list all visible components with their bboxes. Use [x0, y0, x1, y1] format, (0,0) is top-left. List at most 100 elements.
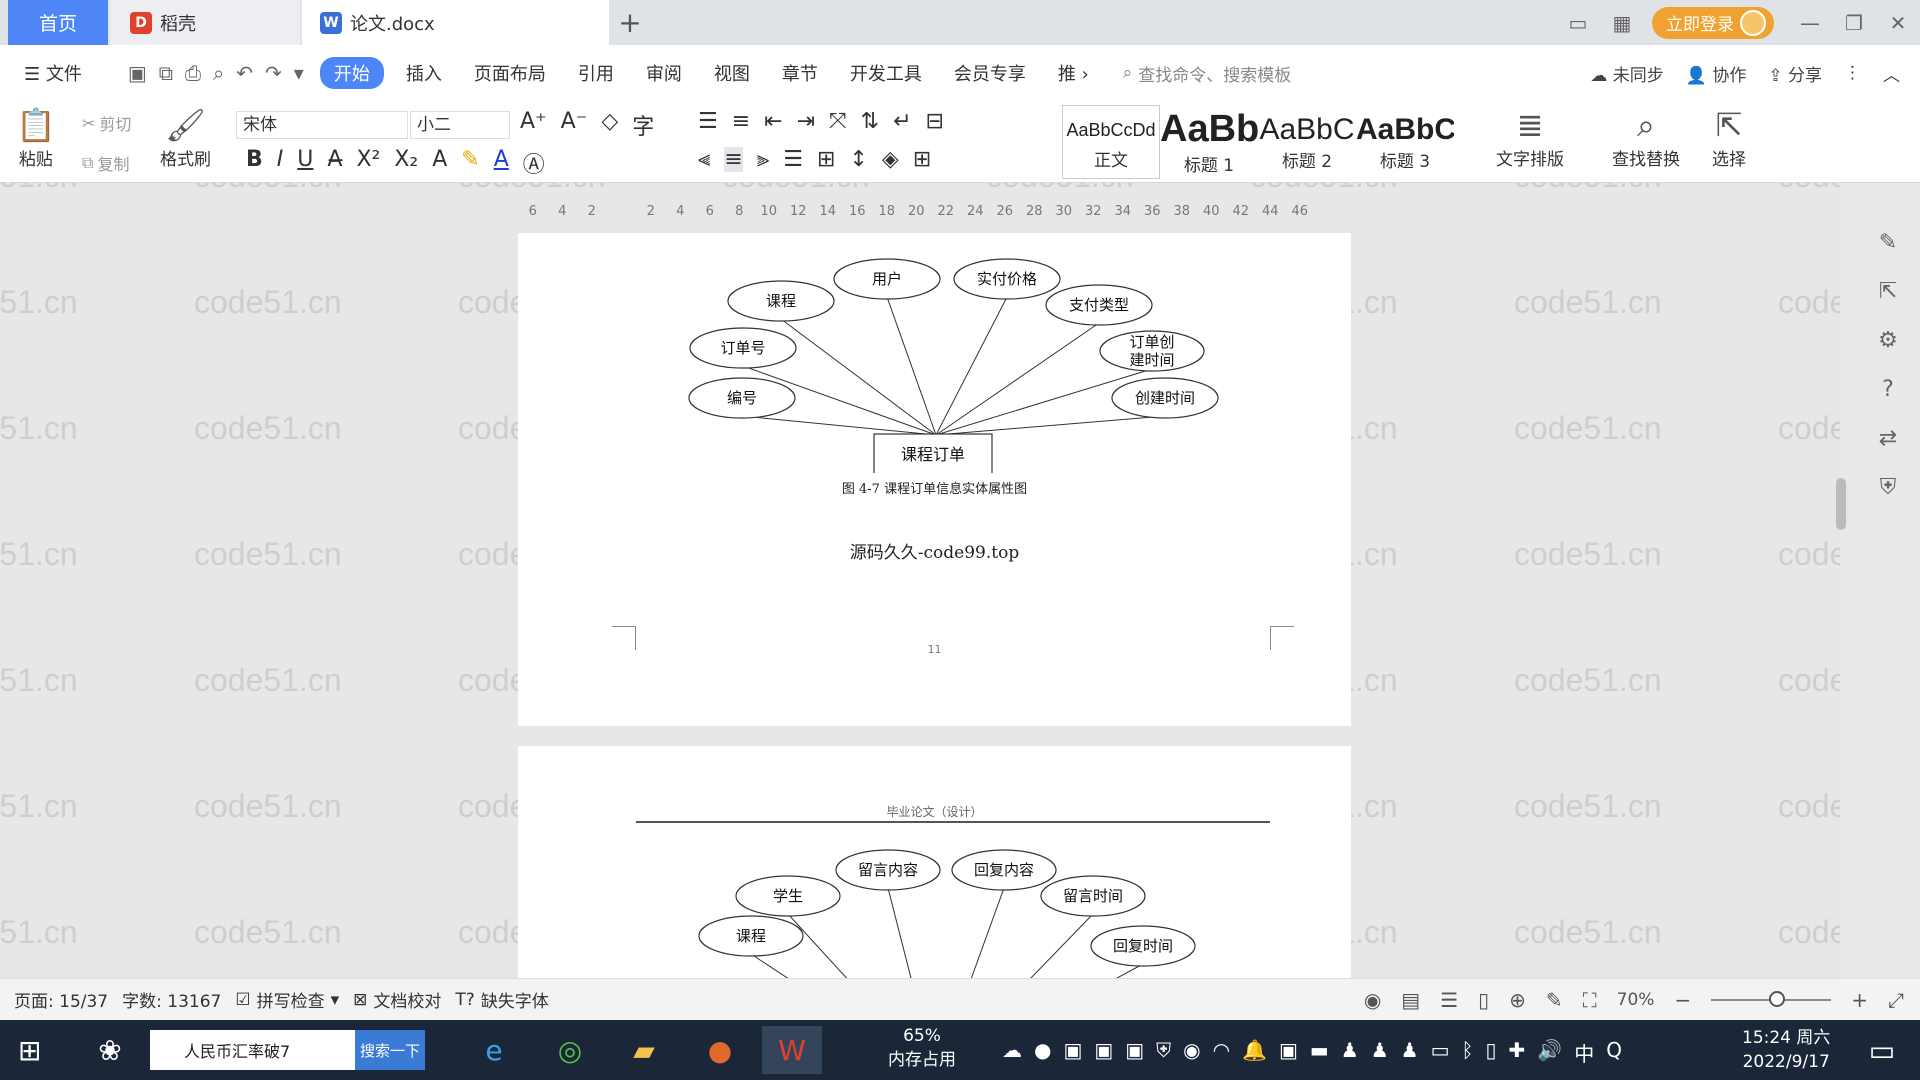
settings-sliders-icon[interactable]: ⚙ [1878, 328, 1898, 353]
tray-icon[interactable]: ● [1034, 1038, 1051, 1067]
app-icon[interactable]: ● [690, 1026, 750, 1074]
shield-icon[interactable]: ⛨ [1156, 1038, 1171, 1067]
format-painter-button[interactable]: 🖌 格式刷 [160, 105, 211, 170]
sync-button[interactable]: ☁ 未同步 [1590, 61, 1663, 86]
undo-icon[interactable]: ↶ [236, 61, 253, 85]
font-family-select[interactable]: 宋体 [236, 111, 408, 139]
app-icon[interactable]: ❀ [80, 1026, 140, 1074]
table-icon[interactable]: ⊟ [926, 109, 944, 134]
tab-references[interactable]: 引用 [562, 60, 630, 86]
eye-icon[interactable]: ◉ [1364, 988, 1381, 1012]
volume-icon[interactable]: 🔊 [1537, 1038, 1562, 1067]
file-explorer-icon[interactable]: ▰ [614, 1026, 674, 1074]
tray-icon[interactable]: ☁ [1002, 1038, 1022, 1067]
tab-review[interactable]: 审阅 [630, 60, 698, 86]
align-left-icon[interactable]: ⫷ [698, 147, 710, 172]
word-count[interactable]: 字数: 13167 [122, 987, 221, 1012]
proofread-button[interactable]: ⊠ 文档校对 [353, 987, 441, 1013]
tab-insert[interactable]: 插入 [390, 60, 458, 86]
copy-button[interactable]: ⧉ 复制 [82, 151, 129, 175]
memory-indicator[interactable]: 65% 内存占用 [888, 1024, 956, 1072]
help-icon[interactable]: ? [1882, 377, 1894, 402]
document-canvas[interactable]: code51.cn code51.cn code51.cn code51.cn code… [0, 183, 1840, 978]
horizontal-ruler[interactable]: 6 4 2 2 4 6 8 10 12 14 16 18 20 22 24 26 28 30 32 34 36 38 40 4… [518, 200, 1358, 222]
tab-more[interactable]: 推 › [1042, 60, 1105, 86]
ie-browser-icon[interactable]: e [464, 1026, 524, 1074]
zoom-out-icon[interactable]: − [1674, 988, 1691, 1012]
layout-icon[interactable]: ▭ [1560, 5, 1596, 41]
customize-icon[interactable]: ▾ [294, 61, 304, 85]
tab-developer[interactable]: 开发工具 [834, 60, 938, 86]
chinese-layout-icon[interactable]: ⤧ [829, 109, 847, 134]
vertical-scrollbar[interactable] [1834, 230, 1848, 960]
tab-section[interactable]: 章节 [766, 60, 834, 86]
tab-document[interactable]: W 论文.docx [302, 0, 609, 45]
apps-grid-icon[interactable]: ▦ [1604, 5, 1640, 41]
fullscreen-icon[interactable]: ⤢ [1888, 988, 1904, 1012]
increase-indent-icon[interactable]: ⇥ [797, 109, 815, 134]
tray-icon[interactable]: ▣ [1279, 1038, 1298, 1067]
minimize-button[interactable]: — [1788, 11, 1832, 35]
taskbar-search[interactable]: 人民币汇率破7 搜索一下 [150, 1030, 425, 1070]
superscript-icon[interactable]: X² [356, 147, 380, 179]
style-heading-3[interactable]: AaBbC 标题 3 [1356, 105, 1454, 179]
clock[interactable]: 15:24 周六 2022/9/17 [1742, 1026, 1830, 1074]
notification-icon[interactable]: ▭ [1852, 1026, 1912, 1074]
style-heading-2[interactable]: AaBbC 标题 2 [1258, 105, 1356, 179]
tab-view[interactable]: 视图 [698, 60, 766, 86]
login-button[interactable]: 立即登录 [1652, 6, 1774, 39]
style-heading-1[interactable]: AaBb 标题 1 [1160, 105, 1258, 179]
line-spacing-icon[interactable]: ↕ [849, 147, 867, 172]
underline-icon[interactable]: U [297, 147, 313, 179]
justify-icon[interactable]: ☰ [783, 147, 803, 172]
tray-icon[interactable]: ▣ [1094, 1038, 1113, 1067]
text-layout-button[interactable]: ≣ 文字排版 [1496, 105, 1564, 170]
wifi-icon[interactable]: ◠ [1213, 1038, 1230, 1067]
export-icon[interactable]: ⧉ [159, 61, 173, 85]
pen-icon[interactable]: ✎ [1879, 230, 1897, 255]
subscript-icon[interactable]: X₂ [394, 147, 418, 179]
collab-button[interactable]: 👤 协作 [1686, 61, 1747, 86]
restore-button[interactable]: ❐ [1832, 11, 1876, 35]
new-tab-button[interactable]: + [610, 0, 650, 45]
tab-daoke[interactable]: D 稻壳 [110, 0, 300, 45]
qq-icon[interactable]: ♟ [1371, 1038, 1389, 1067]
zoom-knob[interactable] [1769, 991, 1786, 1007]
page-indicator[interactable]: 页面: 15/37 [14, 987, 108, 1012]
pointer-icon[interactable]: ⇱ [1879, 279, 1897, 304]
ime-indicator[interactable]: 中 [1574, 1038, 1594, 1067]
zoom-in-icon[interactable]: + [1851, 988, 1868, 1012]
tab-start[interactable]: 开始 [319, 57, 384, 89]
numbered-list-icon[interactable]: ≡ [732, 109, 750, 134]
battery-icon[interactable]: ▭ [1431, 1038, 1450, 1067]
paste-button[interactable]: 📋 粘贴 [16, 105, 56, 170]
scrollbar-thumb[interactable] [1836, 478, 1846, 530]
collapse-ribbon-icon[interactable]: ︿ [1883, 61, 1900, 86]
document-page[interactable]: 课程 用户 实付价格 支付类型 订单号 订单创 建时间 编号 创建时间 课程订单 图 4-7 课程… [518, 233, 1351, 726]
usb-icon[interactable]: ▯ [1486, 1038, 1497, 1067]
find-replace-button[interactable]: ⌕ 查找替换 [1612, 105, 1680, 170]
qq-icon[interactable]: ♟ [1401, 1038, 1419, 1067]
translate-icon[interactable]: ⇄ [1879, 426, 1897, 451]
close-button[interactable]: ✕ [1876, 11, 1920, 35]
tray-icon[interactable]: ▬ [1310, 1038, 1329, 1067]
tab-member[interactable]: 会员专享 [938, 60, 1042, 86]
align-center-icon[interactable]: ≡ [724, 147, 743, 172]
bell-icon[interactable]: 🔔 [1242, 1038, 1267, 1067]
phonetic-icon[interactable]: 字 [632, 109, 654, 141]
text-effect-icon[interactable]: A [432, 147, 447, 179]
read-view-icon[interactable]: ▯ [1478, 988, 1489, 1012]
zoom-percent[interactable]: 70% [1617, 990, 1655, 1010]
save-icon[interactable]: ▣ [128, 61, 147, 85]
command-search[interactable]: ⌕ 查找命令、搜索模板 [1123, 61, 1292, 86]
taskbar-search-button[interactable]: 搜索一下 [355, 1030, 425, 1070]
distribute-icon[interactable]: ⊞ [817, 147, 835, 172]
tab-home[interactable]: 首页 [8, 0, 108, 45]
file-menu[interactable]: ☰ 文件 [0, 60, 98, 86]
browser-icon[interactable]: ◎ [540, 1026, 600, 1074]
select-button[interactable]: ⇱ 选择 [1712, 105, 1746, 170]
shrink-font-icon[interactable]: A⁻ [561, 109, 588, 141]
strikethrough-icon[interactable]: A̶ [327, 147, 342, 179]
sort-icon[interactable]: ⇅ [861, 109, 879, 134]
page-view-icon[interactable]: ▤ [1401, 988, 1420, 1012]
